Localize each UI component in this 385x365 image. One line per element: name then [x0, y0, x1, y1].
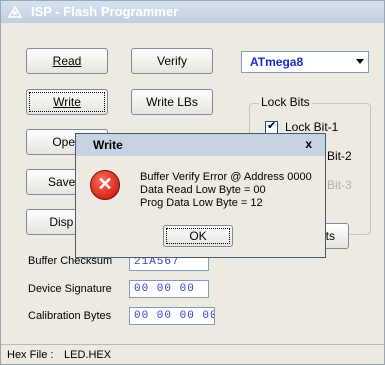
calibration-bytes-label: Calibration Bytes [28, 310, 112, 322]
dialog-title: Write [93, 138, 123, 152]
write-lbs-button-label: Write LBs [146, 95, 198, 109]
hex-file-value: LED.HEX [64, 349, 112, 361]
ok-button[interactable]: OK [163, 225, 233, 247]
write-button[interactable]: Write [26, 89, 108, 115]
write-lbs-button[interactable]: Write LBs [131, 89, 213, 115]
lock-bits-title: Lock Bits [259, 95, 312, 109]
dialog-message-line-2: Data Read Low Byte = 00 [140, 184, 266, 196]
read-button[interactable]: Read [26, 48, 108, 74]
verify-button[interactable]: Verify [131, 48, 213, 74]
status-bar: Hex File : LED.HEX [1, 344, 384, 364]
close-icon[interactable]: x [305, 137, 312, 151]
window-title: ISP - Flash Programmer [31, 4, 179, 19]
write-error-dialog: Write x ✕ Buffer Verify Error @ Address … [75, 133, 326, 258]
dialog-title-bar[interactable]: Write x [76, 134, 325, 156]
device-select-value: ATmega8 [250, 55, 304, 69]
main-window: ISP - Flash Programmer Read Verify ATmeg… [0, 0, 385, 365]
calibration-bytes-field: 00 00 00 00 [129, 307, 215, 325]
hex-file-label: Hex File : [7, 349, 54, 361]
write-button-label: Write [53, 95, 81, 109]
lock-bit-3-label: Bit-3 [327, 178, 352, 192]
lock-bit-2-label: Bit-2 [327, 149, 352, 163]
lock-bit-1-label: Lock Bit-1 [285, 120, 339, 134]
read-button-label: Read [52, 54, 82, 68]
device-signature-label: Device Signature [28, 283, 112, 295]
title-bar[interactable]: ISP - Flash Programmer [1, 1, 384, 23]
dialog-message-line-1: Buffer Verify Error @ Address 0000 [140, 171, 312, 183]
verify-button-label: Verify [156, 54, 187, 68]
device-select[interactable]: ATmega8 [241, 51, 369, 73]
app-icon [7, 5, 23, 18]
device-signature-field: 00 00 00 [129, 280, 209, 298]
checkmark-icon: ✔ [267, 120, 277, 132]
dialog-message-line-3: Prog Data Low Byte = 12 [140, 197, 263, 209]
ok-button-label: OK [189, 229, 207, 243]
error-icon: ✕ [90, 170, 120, 200]
chevron-down-icon[interactable] [356, 59, 364, 64]
